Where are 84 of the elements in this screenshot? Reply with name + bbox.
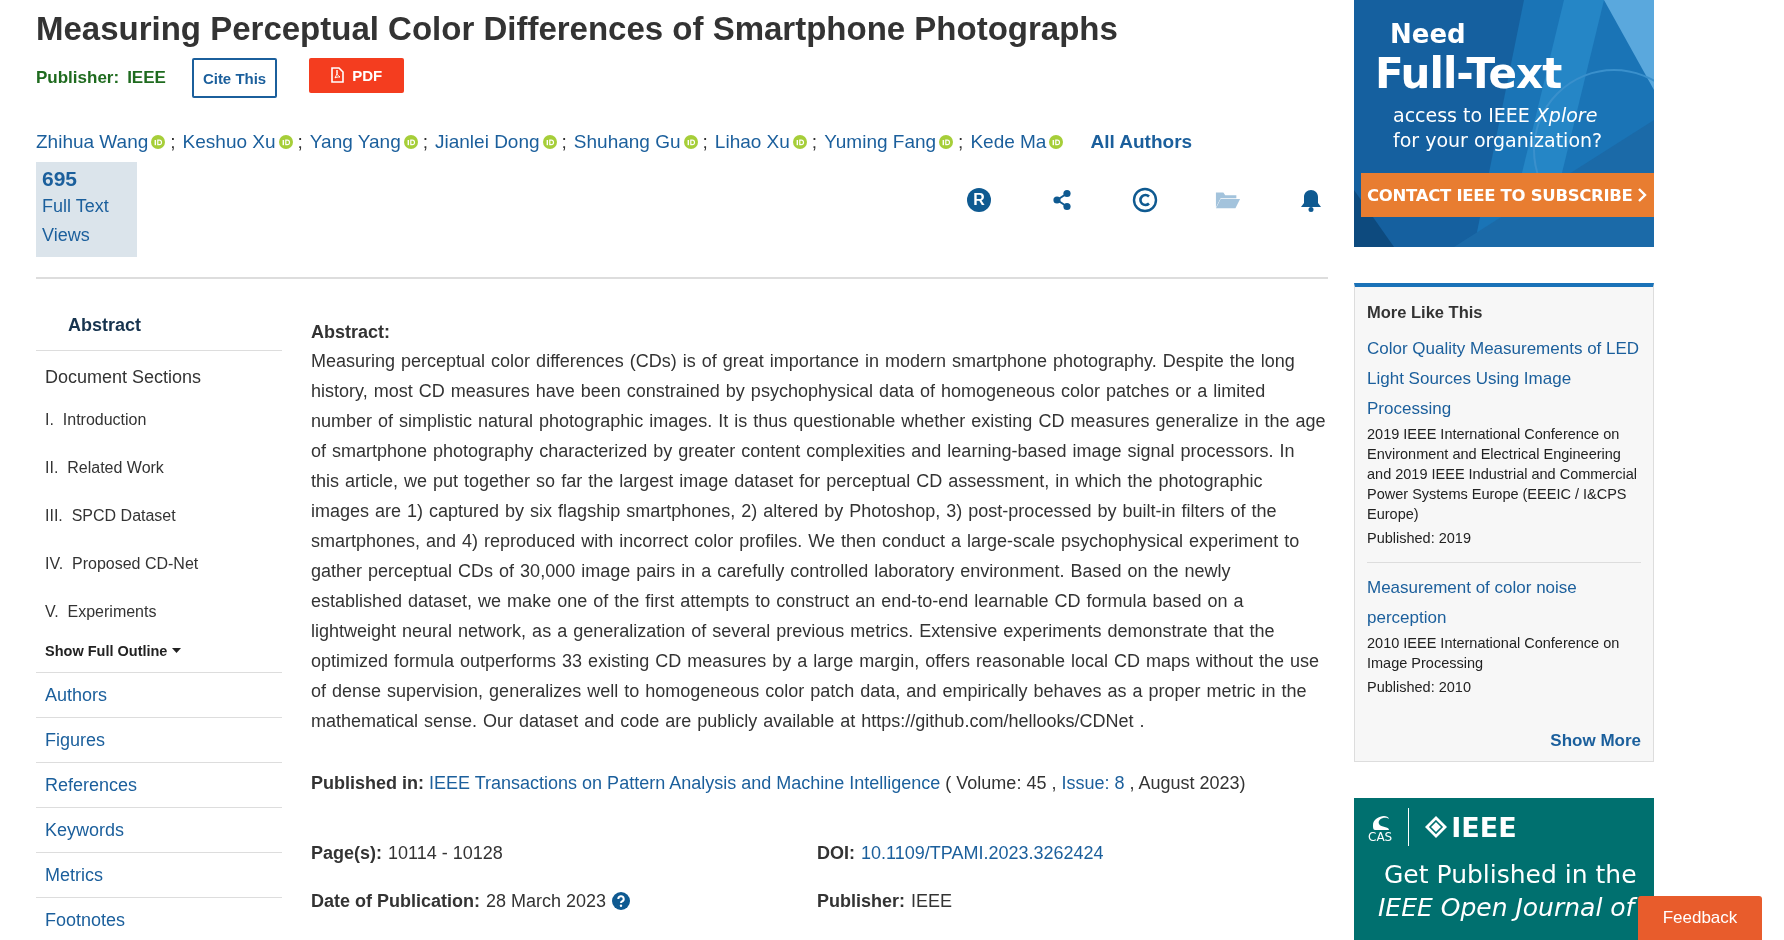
venue-text: 2019 IEEE International Conference on Environment and Electrical Engineering and 2019 IEEE Industrial and Commercial Power Systems Europe (EEEIC / I&CPS Europe) — [1367, 425, 1638, 524]
pdf-button[interactable]: PDF — [309, 57, 405, 93]
author-link[interactable]: Yang Yang — [309, 131, 401, 153]
section-link[interactable]: I. Introduction — [36, 396, 282, 444]
published-in-line: Published in: IEEE Transactions on Pattern Analysis and Machine Intelligence ( Volume: 45 , Issue: 8 , August 2023) — [311, 772, 1247, 795]
published-date: Published: 2019 — [1367, 529, 1472, 548]
ad-headline: Full-Text — [1375, 51, 1563, 97]
detail-label: Page(s): — [311, 842, 382, 865]
journal-link[interactable]: Issue: 8 — [1061, 773, 1125, 793]
author-link[interactable]: Shuhang Gu — [573, 131, 681, 153]
nav-link[interactable]: Metrics — [36, 853, 282, 898]
author-link[interactable]: Kede Ma — [970, 131, 1047, 153]
venue-text: 2010 IEEE International Conference on Image Processing — [1367, 634, 1621, 673]
copyright-icon[interactable] — [1132, 187, 1158, 213]
outline-toggle[interactable]: Show Full Outline — [36, 636, 282, 673]
chevron-icon — [1637, 188, 1647, 202]
author-link[interactable]: Jianlei Dong — [435, 131, 540, 153]
separator: ; — [170, 131, 176, 153]
separator: ; — [958, 131, 964, 153]
separator: ; — [297, 131, 303, 153]
detail-value: 28 March 2023 — [486, 890, 607, 913]
related-link[interactable]: Measurement of color noise perception — [1367, 573, 1641, 633]
published-date: Published: 2010 — [1367, 678, 1472, 697]
nav-link[interactable]: Keywords — [36, 808, 282, 853]
ad-subtitle: access to IEEE Xplore for your organization? — [1393, 103, 1604, 153]
publisher-label: Publisher: — [36, 68, 120, 88]
section-link[interactable]: II. Related Work — [36, 444, 282, 492]
views-label: Full Text Views — [42, 195, 110, 247]
detail-label: Date of Publication: — [311, 890, 480, 913]
author-link[interactable]: Lihao Xu — [714, 131, 790, 153]
doi-link[interactable]: 10.1109/TPAMI.2023.3262424 — [861, 838, 1104, 868]
detail-value: 10114 - 10128 — [388, 842, 503, 865]
diamond-icon — [1425, 816, 1448, 838]
panel-heading: More Like This — [1367, 303, 1484, 322]
promo-text: Get Published in the — [1384, 860, 1638, 889]
cite-button[interactable]: Cite This — [191, 58, 278, 98]
detail-label: DOI: — [817, 842, 855, 865]
nav-link[interactable]: Footnotes — [36, 898, 282, 940]
rights-icon[interactable]: R — [967, 188, 991, 212]
show-more-link[interactable]: Show More — [1367, 731, 1641, 751]
ad-banner[interactable]: Need Full-Text access to IEEE Xplore for your organization? CONTACT IEEE TO SUBSCRIBE — [1354, 0, 1654, 247]
detail-value: IEEE — [911, 890, 953, 913]
nav-link[interactable]: Authors — [36, 673, 282, 718]
logo-text: IEEE — [1451, 811, 1517, 843]
author-link[interactable]: Yuming Fang — [824, 131, 937, 153]
ad-headline: Need — [1390, 18, 1467, 51]
nav-heading: Document Sections — [44, 366, 203, 389]
related-link[interactable]: Color Quality Measurements of LED Light Sources Using Image Processing — [1367, 334, 1641, 424]
author-link[interactable]: Zhihua Wang — [36, 131, 149, 153]
id-badge-icon — [278, 135, 293, 149]
id-badge-icon — [403, 135, 418, 149]
promo-banner[interactable]: CAS IEEE Get Published in the IEEE Open Journal of — [1354, 798, 1654, 940]
id-badge-icon — [683, 135, 698, 149]
nav-link[interactable]: Figures — [36, 718, 282, 763]
id-badge-icon — [939, 135, 954, 149]
help-icon[interactable] — [612, 892, 631, 910]
section-link[interactable]: III. SPCD Dataset — [36, 492, 282, 540]
feedback-button[interactable]: Feedback — [1638, 896, 1762, 940]
nav-tab[interactable]: Abstract — [36, 301, 282, 351]
journal-link[interactable]: IEEE Transactions on Pattern Analysis and Machine Intelligence — [429, 773, 941, 793]
detail-label: Publisher: — [817, 890, 905, 913]
separator: ; — [422, 131, 428, 153]
article-title: Measuring Perceptual Color Differences of Smartphone Photographs — [36, 10, 1119, 48]
logo-text: CAS — [1368, 831, 1393, 843]
nav-link[interactable]: References — [36, 763, 282, 808]
separator: ; — [811, 131, 818, 153]
separator: ; — [702, 131, 708, 153]
separator: ; — [561, 131, 567, 153]
id-badge-icon — [542, 135, 557, 149]
section-link[interactable]: IV. Proposed CD-Net — [36, 540, 282, 588]
all-authors-link[interactable]: All Authors — [1090, 131, 1193, 153]
abstract-heading: Abstract: — [311, 322, 391, 342]
document-icon — [331, 67, 345, 83]
abstract-text: Measuring perceptual color differences (CDs) is of great importance in modern smartphone photography. Despite the long history, most CD measures have been constrained by psychophysical data of homogeneous color patches or a limited number of simplistic natural photographic images. It is thus questionable whether existing CD measures generalize in the age of smartphone photography characterized by greater content complexities and learning-based image signal processors. In this article, we put together so far the largest image dataset for perceptual CD assessment, in which the photographic images are 1) captured by six flagship smartphones, 2) altered by Photoshop, 3) post-processed by built-in filters of the smartphones, and 4) reproduced with incorrect color profiles. We then conduct a large-scale psychophysical experiment to gather perceptual CDs of 30,000 image pairs in a carefully controlled laboratory environment. Based on the newly established dataset, we make one of the first attempts to construct an end-to-end learnable CD formula based on a lightweight neural network, as a generalization of several previous metrics. Extensive experiments demonstrate that the optimized formula outperforms 33 existing CD measures by a large margin, offers reasonable local CD maps without the use of dense supervision, generalizes well to homogeneous color patch data, and empirically behaves as a proper metric in the mathematical sense. Our dataset and code are publicly available at https://github.com/hellooks/CDNet . — [311, 350, 1326, 733]
publisher-name: IEEE — [127, 68, 166, 88]
bell-icon[interactable] — [1300, 188, 1322, 212]
views-count: 695 — [42, 166, 79, 192]
id-badge-icon — [151, 135, 166, 149]
caret-icon — [172, 648, 182, 654]
id-badge-icon — [792, 135, 807, 149]
section-link[interactable]: V. Experiments — [36, 588, 282, 636]
share-icon[interactable] — [1052, 189, 1072, 211]
author-link[interactable]: Keshuo Xu — [182, 131, 276, 153]
id-badge-icon — [1049, 135, 1064, 149]
